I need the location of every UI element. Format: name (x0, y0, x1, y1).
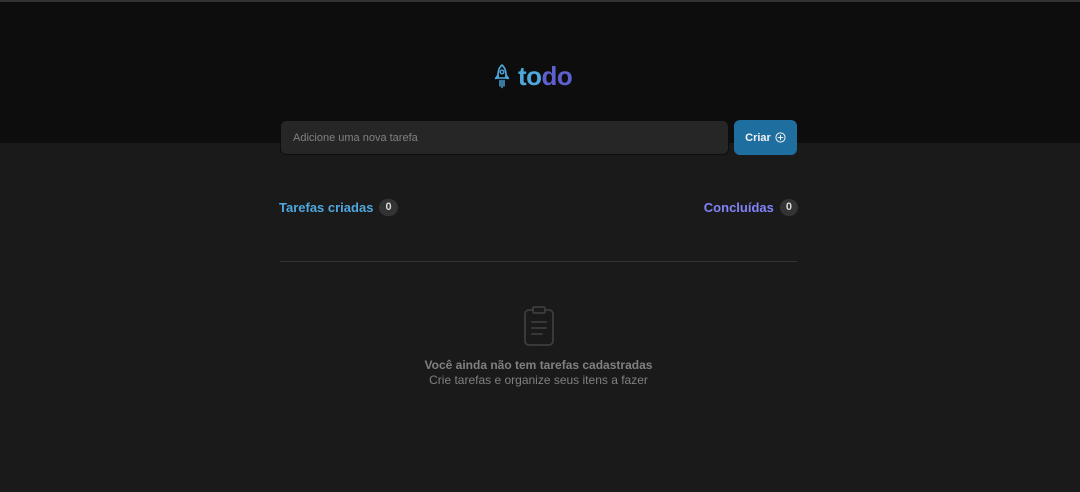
plus-circle-icon (775, 132, 786, 143)
logo-text-to: to (518, 61, 542, 91)
task-counters: Tarefas criadas 0 Concluídas 0 (279, 198, 798, 217)
done-tasks-count: 0 (779, 199, 798, 216)
done-tasks-counter: Concluídas 0 (704, 198, 798, 217)
done-tasks-label: Concluídas (703, 200, 774, 215)
created-tasks-label: Tarefas criadas (279, 200, 374, 215)
logo-text-do: do (541, 61, 573, 91)
list-divider (280, 261, 797, 262)
new-task-input[interactable] (280, 120, 729, 155)
clipboard-icon (523, 306, 554, 346)
logo-text: todo (518, 61, 573, 91)
app-logo: todo (492, 61, 573, 91)
rocket-icon (494, 64, 510, 89)
empty-state-title: Você ainda não tem tarefas cadastradas (424, 358, 653, 372)
create-task-button[interactable]: Criar (734, 120, 797, 155)
new-task-form: Criar (280, 120, 797, 155)
empty-state-subtitle: Crie tarefas e organize seus itens a faz… (429, 373, 648, 387)
create-button-label: Criar (745, 131, 771, 144)
created-tasks-count: 0 (379, 199, 398, 216)
empty-state: Você ainda não tem tarefas cadastradas C… (280, 305, 797, 388)
created-tasks-counter: Tarefas criadas 0 (279, 198, 398, 217)
